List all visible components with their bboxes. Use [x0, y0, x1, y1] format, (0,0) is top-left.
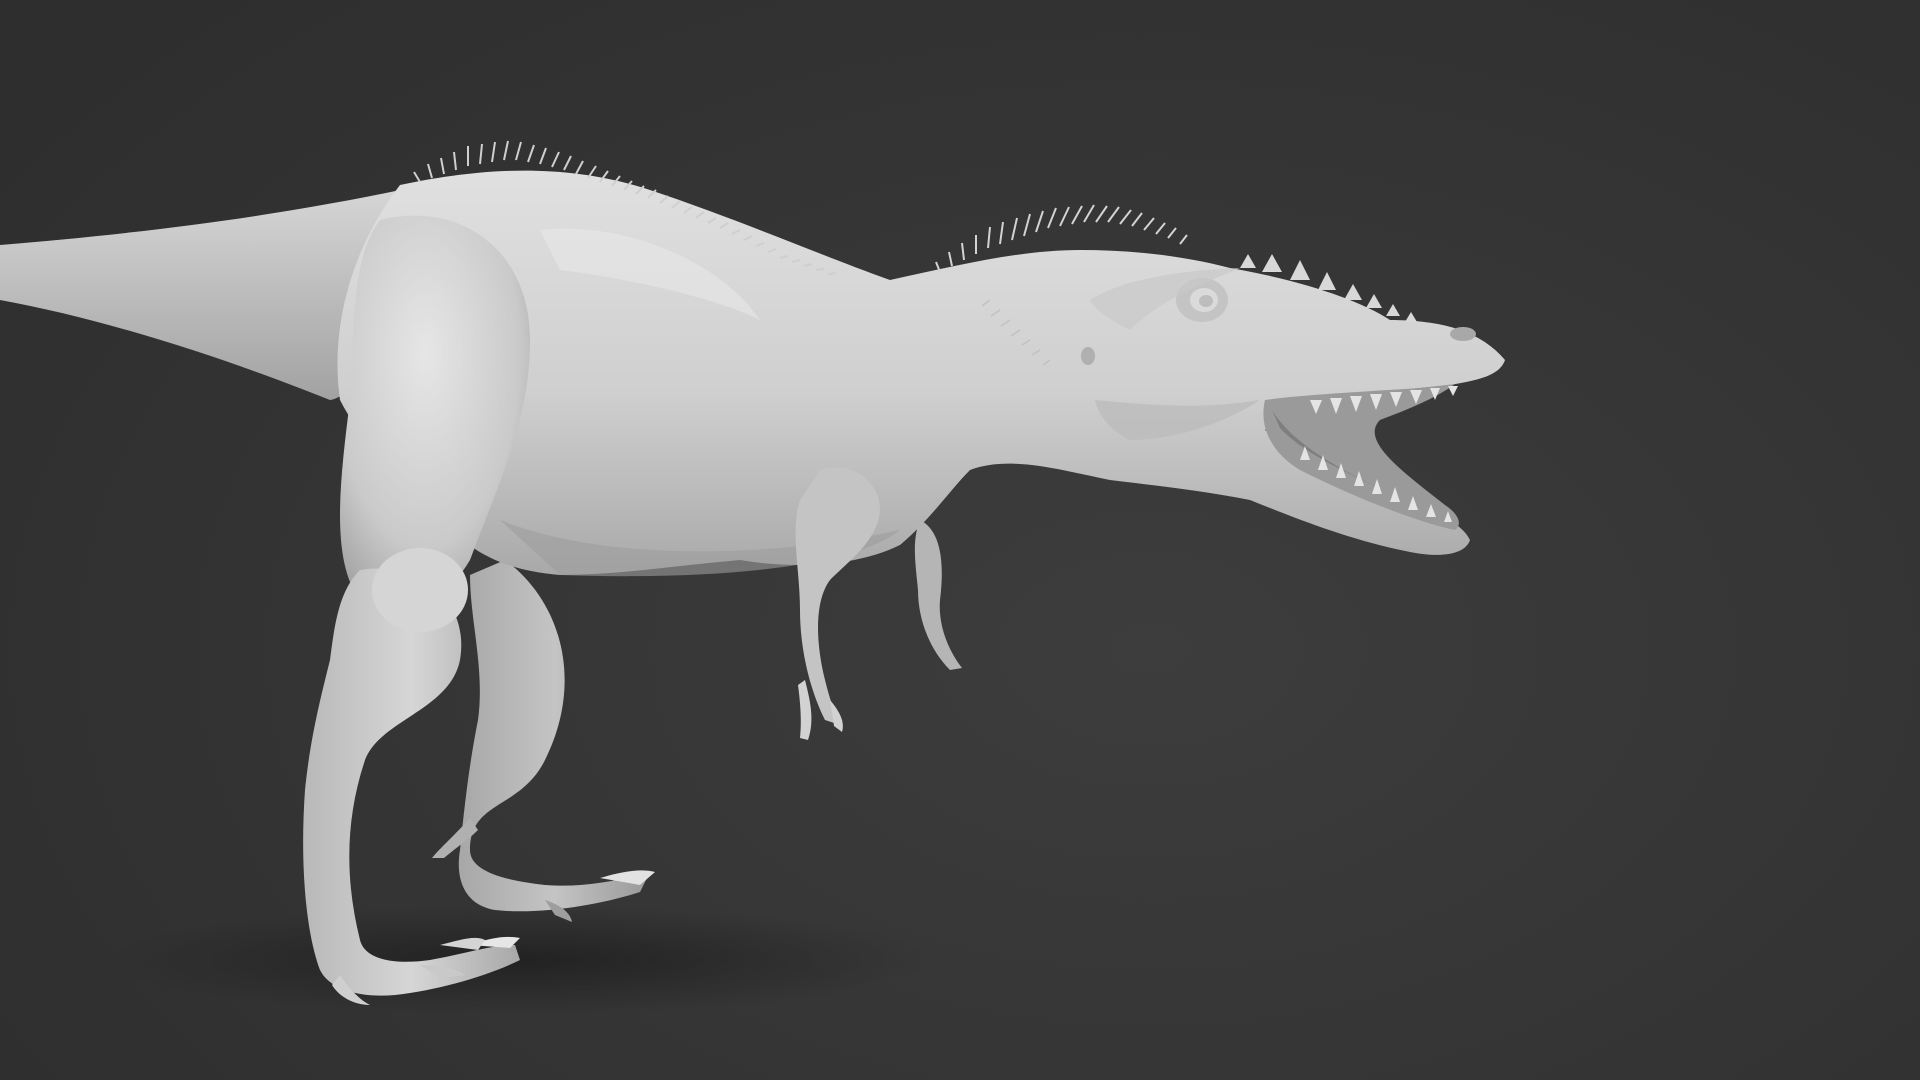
- render-viewport: [0, 0, 1920, 1080]
- back-leg: [432, 560, 655, 922]
- dinosaur-render: [0, 140, 1505, 1015]
- far-arm: [914, 520, 962, 670]
- arm: [795, 467, 880, 740]
- ear-opening: [1081, 347, 1095, 365]
- nostril: [1450, 327, 1476, 341]
